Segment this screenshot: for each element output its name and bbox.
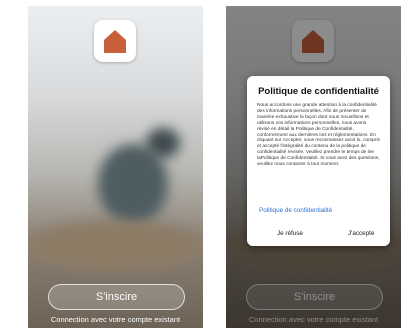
privacy-policy-dialog: Politique de confidentialité Nous accord… bbox=[247, 76, 390, 246]
accept-button[interactable]: J'accepte bbox=[348, 230, 374, 237]
app-logo bbox=[94, 20, 136, 62]
welcome-screen: S'inscire Connection avec votre compte e… bbox=[28, 6, 203, 328]
existing-account-login-link[interactable]: Connection avec votre compte existant bbox=[28, 315, 203, 324]
register-button[interactable]: S'inscire bbox=[246, 284, 383, 310]
dialog-body-text: Nous accordons une grande attention à la… bbox=[257, 103, 380, 168]
background-furniture bbox=[28, 221, 203, 271]
refuse-button[interactable]: Je réfuse bbox=[277, 230, 303, 237]
app-logo bbox=[292, 20, 334, 62]
privacy-policy-link[interactable]: Politique de confidentialité bbox=[259, 207, 332, 214]
dialog-title: Politique de confidentialité bbox=[258, 86, 379, 97]
house-icon bbox=[302, 30, 324, 53]
background-figure-head bbox=[146, 128, 180, 158]
house-icon bbox=[104, 30, 126, 53]
existing-account-login-link[interactable]: Connection avec votre compte existant bbox=[226, 315, 401, 324]
register-button[interactable]: S'inscire bbox=[48, 284, 185, 310]
